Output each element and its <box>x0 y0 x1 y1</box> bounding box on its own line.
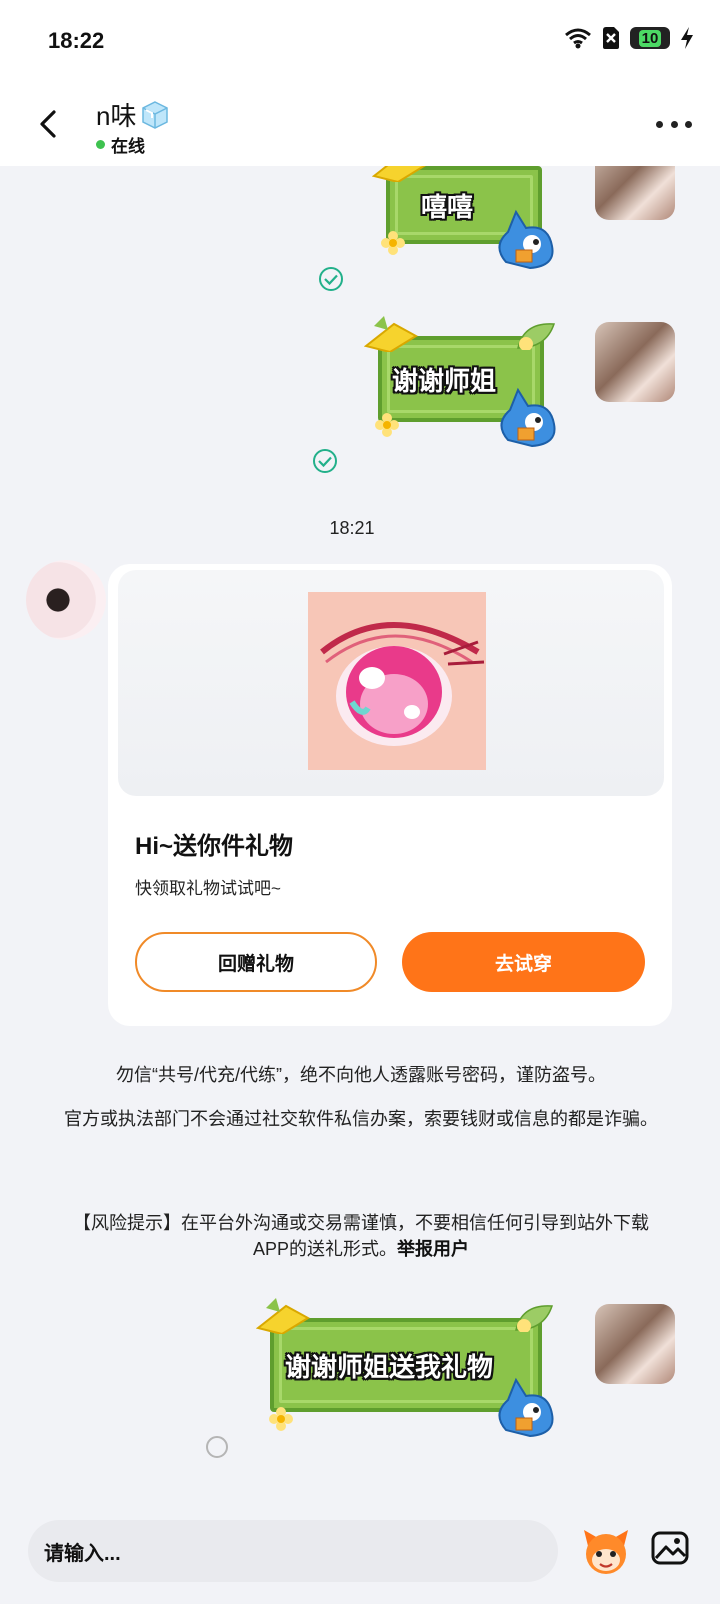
self-avatar[interactable] <box>595 1304 675 1384</box>
input-bar: 请输入... <box>0 1498 720 1604</box>
sticker-text: 谢谢师姐送我礼物 <box>284 1351 493 1382</box>
message-input[interactable]: 请输入... <box>28 1520 558 1582</box>
online-status-text: 在线 <box>111 137 145 156</box>
contact-name-text: n味 <box>96 101 137 131</box>
status-icons: 10 <box>564 26 694 50</box>
charging-icon <box>681 27 693 49</box>
back-button[interactable] <box>30 102 66 146</box>
wifi-icon <box>565 28 591 49</box>
anime-eye-icon <box>308 592 486 770</box>
risk-notice-text: 【风险提示】在平台外沟通或交易需谨慎，不要相信任何引导到站外下载APP的送礼形式… <box>73 1213 649 1259</box>
gift-title: Hi~送你件礼物 <box>135 833 294 860</box>
chat-message-list[interactable]: 嘻嘻 谢谢师姐 18:21 Hi~送你件礼物 快领取礼物试试吧~ 回赠礼物 去试… <box>0 166 720 1498</box>
image-picker-icon[interactable] <box>650 1528 690 1568</box>
no-sim-icon <box>603 27 619 49</box>
chevron-left-icon <box>40 110 56 138</box>
return-gift-button[interactable]: 回赠礼物 <box>135 932 377 992</box>
sticker-message[interactable]: 谢谢师姐 <box>364 316 564 452</box>
security-notice: 勿信“共号/代充/代练”，绝不向他人透露账号密码，谨防盗号。 <box>116 1065 606 1085</box>
read-check-icon <box>313 449 337 473</box>
status-bar: 18:22 10 <box>0 0 720 82</box>
more-dot <box>656 120 663 128</box>
sticker-message[interactable]: 谢谢师姐送我礼物 <box>256 1298 562 1442</box>
more-dot <box>670 120 678 128</box>
online-dot <box>96 140 105 149</box>
self-avatar[interactable] <box>595 322 675 402</box>
gift-subtitle: 快领取礼物试试吧~ <box>135 879 281 898</box>
contact-avatar[interactable] <box>26 560 106 640</box>
sticker-message[interactable]: 嘻嘻 <box>372 166 562 274</box>
sticker-text: 谢谢师姐 <box>391 365 496 396</box>
emoji-mascot-icon[interactable] <box>580 1526 632 1578</box>
report-user-link[interactable]: 举报用户 <box>397 1239 469 1259</box>
online-status: 在线 <box>96 132 145 157</box>
chat-contact-name[interactable]: n味 <box>96 96 170 133</box>
sending-status-icon <box>206 1436 228 1458</box>
sticker-text: 嘻嘻 <box>420 191 473 222</box>
self-avatar[interactable] <box>595 166 675 220</box>
battery-level: 10 <box>638 29 662 47</box>
fraud-notice: 官方或执法部门不会通过社交软件私信办案，索要钱财或信息的都是诈骗。 <box>64 1109 658 1129</box>
message-timestamp: 18:21 <box>329 518 375 538</box>
ice-cube-icon <box>142 100 169 129</box>
gift-card[interactable]: Hi~送你件礼物 快领取礼物试试吧~ 回赠礼物 去试穿 <box>108 564 672 1026</box>
status-time: 18:22 <box>48 28 105 53</box>
more-options-button[interactable] <box>656 110 692 138</box>
gift-image <box>308 592 486 770</box>
more-dot <box>685 120 692 128</box>
risk-notice: 【风险提示】在平台外沟通或交易需谨慎，不要相信任何引导到站外下载APP的送礼形式… <box>56 1210 666 1262</box>
try-on-button[interactable]: 去试穿 <box>402 932 645 992</box>
read-check-icon <box>319 267 343 291</box>
chat-header: n味 在线 <box>0 82 720 166</box>
gift-preview-area <box>118 570 664 796</box>
battery-icon: 10 <box>630 27 670 49</box>
